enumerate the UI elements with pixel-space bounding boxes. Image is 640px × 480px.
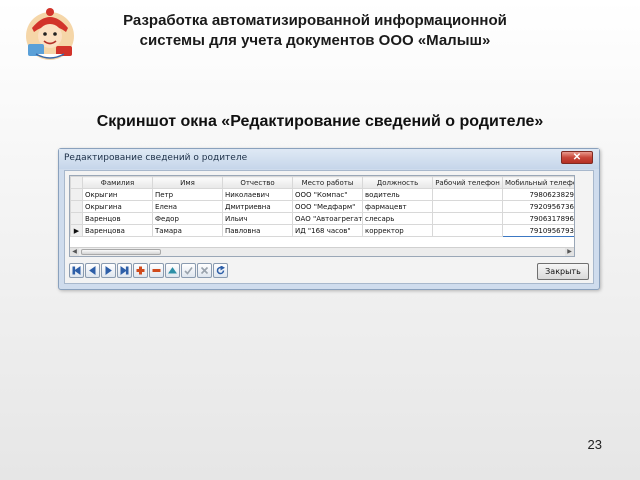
edit-record-icon — [168, 267, 177, 274]
row-indicator — [70, 200, 83, 213]
cell-patronymic[interactable]: Дмитриевна — [222, 200, 293, 213]
column-header-position[interactable]: Должность — [362, 176, 433, 189]
last-record-icon — [120, 266, 129, 275]
refresh-icon — [216, 266, 225, 275]
parents-grid[interactable]: Фамилия Имя Отчество Место работы Должно… — [69, 175, 575, 257]
scrollbar-thumb[interactable] — [81, 249, 161, 255]
prior-record-button[interactable] — [85, 263, 100, 278]
cell-mobile-phone[interactable]: 7920956736 — [502, 200, 574, 213]
window-client-area: Фамилия Имя Отчество Место работы Должно… — [64, 170, 594, 284]
insert-record-button[interactable] — [133, 263, 148, 278]
post-edit-button[interactable] — [181, 263, 196, 278]
cell-patronymic[interactable]: Ильич — [222, 212, 293, 225]
table-row[interactable]: Окрыгин Петр Николаевич ООО "Компас" вод… — [70, 188, 574, 201]
column-header-surname[interactable]: Фамилия — [82, 176, 153, 189]
cell-work-phone[interactable] — [432, 188, 503, 201]
column-header-workplace[interactable]: Место работы — [292, 176, 363, 189]
column-header-name[interactable]: Имя — [152, 176, 223, 189]
company-logo — [26, 8, 74, 60]
slide-title: Разработка автоматизированной информацио… — [90, 11, 540, 51]
row-indicator — [70, 212, 83, 225]
first-record-button[interactable] — [69, 263, 84, 278]
last-record-button[interactable] — [117, 263, 132, 278]
table-row-current[interactable]: ▶ Варенцова Тамара Павловна ИД "168 часо… — [70, 224, 574, 237]
first-record-icon — [72, 266, 81, 275]
post-edit-icon — [184, 267, 193, 275]
cell-surname[interactable]: Окрыгин — [82, 188, 153, 201]
column-header-work-phone[interactable]: Рабочий телефон — [432, 176, 503, 189]
refresh-button[interactable] — [213, 263, 228, 278]
next-record-button[interactable] — [101, 263, 116, 278]
cell-patronymic[interactable]: Павловна — [222, 224, 293, 237]
cell-name[interactable]: Федор — [152, 212, 223, 225]
row-indicator — [70, 188, 83, 201]
grid-horizontal-scrollbar[interactable]: ◀ ▶ — [70, 247, 574, 256]
slide-title-line1: Разработка автоматизированной информацио… — [123, 12, 507, 29]
scroll-right-icon[interactable]: ▶ — [565, 248, 574, 256]
cell-workplace[interactable]: ООО "Медфарм" — [292, 200, 363, 213]
cell-mobile-phone[interactable]: 7906317896 — [502, 212, 574, 225]
insert-record-icon — [136, 266, 145, 275]
delete-record-button[interactable] — [149, 263, 164, 278]
cell-workplace[interactable]: ООО "Компас" — [292, 188, 363, 201]
cell-position[interactable]: слесарь — [362, 212, 433, 225]
column-header-patronymic[interactable]: Отчество — [222, 176, 293, 189]
close-form-button[interactable]: Закрыть — [537, 263, 589, 280]
db-navigator — [69, 263, 228, 279]
table-row[interactable]: Варенцов Федор Ильич ОАО "Автоагрегат" с… — [70, 212, 574, 225]
cell-patronymic[interactable]: Николаевич — [222, 188, 293, 201]
cell-mobile-phone[interactable]: 7980623829 — [502, 188, 574, 201]
window-titlebar[interactable]: Редактирование сведений о родителе ✕ — [59, 149, 599, 169]
table-row[interactable]: Окрыгина Елена Дмитриевна ООО "Медфарм" … — [70, 200, 574, 213]
next-record-icon — [105, 266, 112, 275]
cancel-edit-icon — [200, 266, 209, 275]
edit-parent-window: Редактирование сведений о родителе ✕ Фам… — [58, 148, 600, 290]
slide-subtitle: Скриншот окна «Редактирование сведений о… — [96, 113, 544, 130]
window-close-button[interactable]: ✕ — [561, 151, 593, 164]
cell-surname[interactable]: Варенцов — [82, 212, 153, 225]
cell-work-phone[interactable] — [432, 200, 503, 213]
cell-work-phone[interactable] — [432, 224, 503, 237]
cancel-edit-button[interactable] — [197, 263, 212, 278]
prior-record-icon — [89, 266, 96, 275]
cell-name[interactable]: Петр — [152, 188, 223, 201]
cell-surname[interactable]: Варенцова — [82, 224, 153, 237]
column-header-mobile-phone[interactable]: Мобильный телефон — [502, 176, 574, 189]
cell-workplace[interactable]: ОАО "Автоагрегат" — [292, 212, 363, 225]
grid-header-row: Фамилия Имя Отчество Место работы Должно… — [70, 176, 574, 189]
delete-record-icon — [152, 269, 161, 272]
window-title: Редактирование сведений о родителе — [64, 153, 248, 163]
page-number: 23 — [587, 437, 602, 452]
cell-name[interactable]: Елена — [152, 200, 223, 213]
cell-mobile-phone-editor[interactable]: 7910956793 — [502, 224, 574, 237]
edit-record-button[interactable] — [165, 263, 180, 278]
grid-indicator-header — [70, 176, 83, 189]
cell-work-phone[interactable] — [432, 212, 503, 225]
cell-position[interactable]: фармацевт — [362, 200, 433, 213]
cell-name[interactable]: Тамара — [152, 224, 223, 237]
scroll-left-icon[interactable]: ◀ — [70, 248, 79, 256]
cell-surname[interactable]: Окрыгина — [82, 200, 153, 213]
cell-position[interactable]: корректор — [362, 224, 433, 237]
row-indicator: ▶ — [70, 224, 83, 237]
cell-workplace[interactable]: ИД "168 часов" — [292, 224, 363, 237]
cell-position[interactable]: водитель — [362, 188, 433, 201]
slide-title-line2: системы для учета документов ООО «Малыш» — [139, 32, 491, 49]
